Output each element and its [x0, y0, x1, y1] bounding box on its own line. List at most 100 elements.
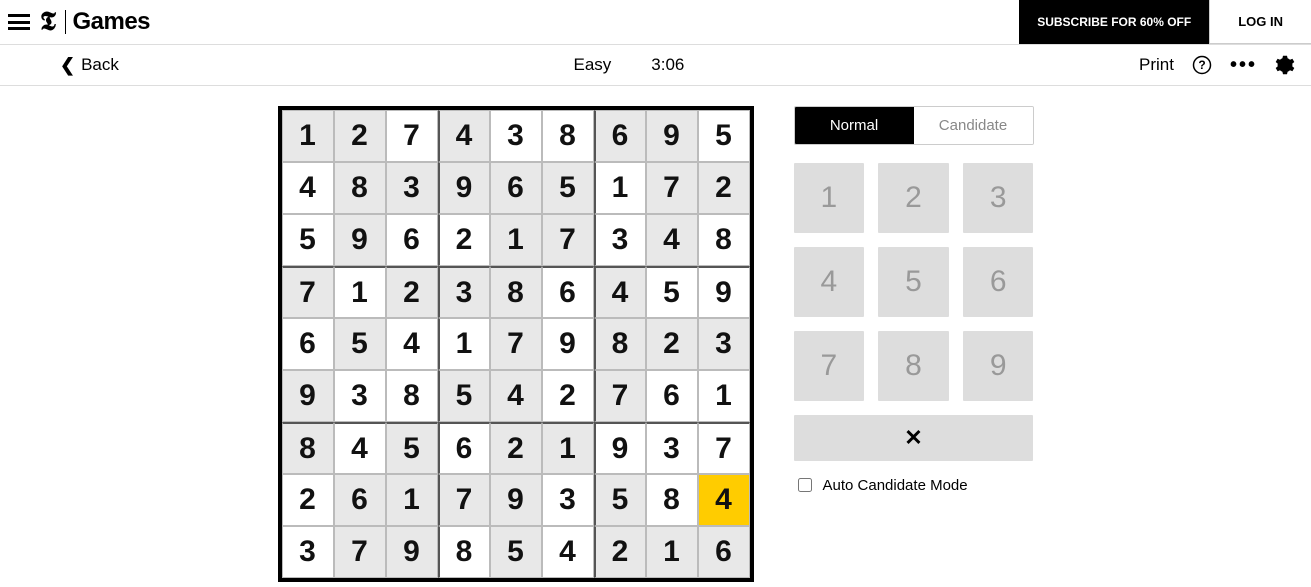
mode-candidate-button[interactable]: Candidate [914, 107, 1033, 144]
help-icon[interactable]: ? [1192, 55, 1212, 75]
sudoku-cell[interactable]: 8 [438, 526, 490, 578]
sudoku-cell[interactable]: 8 [386, 370, 438, 422]
sudoku-cell[interactable]: 9 [594, 422, 646, 474]
sudoku-cell[interactable]: 9 [698, 266, 750, 318]
print-button[interactable]: Print [1139, 55, 1174, 75]
sudoku-cell[interactable]: 5 [698, 110, 750, 162]
keypad-3[interactable]: 3 [963, 163, 1034, 233]
sudoku-cell[interactable]: 2 [438, 214, 490, 266]
sudoku-cell[interactable]: 4 [542, 526, 594, 578]
subscribe-button[interactable]: SUBSCRIBE FOR 60% OFF [1019, 0, 1209, 44]
keypad-5[interactable]: 5 [878, 247, 949, 317]
sudoku-cell[interactable]: 6 [698, 526, 750, 578]
sudoku-cell[interactable]: 5 [490, 526, 542, 578]
sudoku-cell[interactable]: 6 [490, 162, 542, 214]
keypad-9[interactable]: 9 [963, 331, 1034, 401]
keypad-6[interactable]: 6 [963, 247, 1034, 317]
sudoku-cell[interactable]: 8 [490, 266, 542, 318]
sudoku-cell[interactable]: 7 [698, 422, 750, 474]
sudoku-cell[interactable]: 6 [542, 266, 594, 318]
sudoku-cell[interactable]: 7 [646, 162, 698, 214]
sudoku-cell[interactable]: 7 [334, 526, 386, 578]
sudoku-cell[interactable]: 6 [334, 474, 386, 526]
sudoku-cell[interactable]: 7 [542, 214, 594, 266]
sudoku-cell[interactable]: 7 [386, 110, 438, 162]
sudoku-cell[interactable]: 6 [594, 110, 646, 162]
sudoku-cell[interactable]: 2 [282, 474, 334, 526]
sudoku-cell[interactable]: 9 [438, 162, 490, 214]
sudoku-cell[interactable]: 3 [542, 474, 594, 526]
sudoku-cell[interactable]: 9 [282, 370, 334, 422]
back-button[interactable]: ❮ Back [60, 55, 119, 76]
sudoku-cell[interactable]: 4 [698, 474, 750, 526]
sudoku-cell[interactable]: 5 [594, 474, 646, 526]
sudoku-cell[interactable]: 6 [646, 370, 698, 422]
login-button[interactable]: LOG IN [1209, 0, 1311, 44]
sudoku-cell[interactable]: 3 [594, 214, 646, 266]
sudoku-cell[interactable]: 4 [490, 370, 542, 422]
sudoku-cell[interactable]: 3 [490, 110, 542, 162]
sudoku-cell[interactable]: 8 [282, 422, 334, 474]
sudoku-cell[interactable]: 1 [282, 110, 334, 162]
mode-normal-button[interactable]: Normal [795, 107, 914, 144]
sudoku-cell[interactable]: 6 [282, 318, 334, 370]
site-logo[interactable]: 𝕿 Games [40, 7, 150, 38]
sudoku-cell[interactable]: 4 [438, 110, 490, 162]
sudoku-cell[interactable]: 8 [594, 318, 646, 370]
sudoku-cell[interactable]: 8 [646, 474, 698, 526]
keypad-8[interactable]: 8 [878, 331, 949, 401]
keypad-2[interactable]: 2 [878, 163, 949, 233]
sudoku-cell[interactable]: 2 [542, 370, 594, 422]
sudoku-cell[interactable]: 6 [386, 214, 438, 266]
sudoku-cell[interactable]: 3 [386, 162, 438, 214]
sudoku-cell[interactable]: 3 [698, 318, 750, 370]
keypad-1[interactable]: 1 [794, 163, 865, 233]
sudoku-cell[interactable]: 3 [646, 422, 698, 474]
sudoku-cell[interactable]: 7 [594, 370, 646, 422]
sudoku-cell[interactable]: 5 [542, 162, 594, 214]
sudoku-cell[interactable]: 1 [698, 370, 750, 422]
sudoku-cell[interactable]: 1 [438, 318, 490, 370]
sudoku-cell[interactable]: 4 [334, 422, 386, 474]
menu-button[interactable] [8, 14, 30, 30]
sudoku-cell[interactable]: 4 [646, 214, 698, 266]
sudoku-cell[interactable]: 9 [490, 474, 542, 526]
auto-candidate-checkbox[interactable] [798, 478, 812, 492]
sudoku-cell[interactable]: 3 [334, 370, 386, 422]
sudoku-cell[interactable]: 8 [542, 110, 594, 162]
sudoku-cell[interactable]: 8 [698, 214, 750, 266]
sudoku-cell[interactable]: 7 [490, 318, 542, 370]
more-icon[interactable]: ••• [1230, 54, 1257, 77]
keypad-clear[interactable]: ✕ [794, 415, 1034, 461]
sudoku-cell[interactable]: 2 [594, 526, 646, 578]
sudoku-cell[interactable]: 1 [490, 214, 542, 266]
sudoku-cell[interactable]: 7 [438, 474, 490, 526]
settings-icon[interactable] [1275, 55, 1295, 75]
sudoku-cell[interactable]: 9 [386, 526, 438, 578]
sudoku-cell[interactable]: 4 [386, 318, 438, 370]
sudoku-cell[interactable]: 1 [386, 474, 438, 526]
sudoku-cell[interactable]: 9 [542, 318, 594, 370]
sudoku-cell[interactable]: 1 [594, 162, 646, 214]
sudoku-cell[interactable]: 8 [334, 162, 386, 214]
sudoku-cell[interactable]: 7 [282, 266, 334, 318]
sudoku-cell[interactable]: 5 [386, 422, 438, 474]
sudoku-cell[interactable]: 1 [542, 422, 594, 474]
sudoku-cell[interactable]: 2 [386, 266, 438, 318]
sudoku-cell[interactable]: 9 [646, 110, 698, 162]
sudoku-cell[interactable]: 3 [282, 526, 334, 578]
sudoku-cell[interactable]: 1 [334, 266, 386, 318]
keypad-4[interactable]: 4 [794, 247, 865, 317]
sudoku-cell[interactable]: 2 [646, 318, 698, 370]
sudoku-cell[interactable]: 9 [334, 214, 386, 266]
sudoku-cell[interactable]: 2 [698, 162, 750, 214]
sudoku-cell[interactable]: 3 [438, 266, 490, 318]
sudoku-cell[interactable]: 4 [282, 162, 334, 214]
sudoku-cell[interactable]: 5 [334, 318, 386, 370]
sudoku-cell[interactable]: 4 [594, 266, 646, 318]
keypad-7[interactable]: 7 [794, 331, 865, 401]
sudoku-cell[interactable]: 6 [438, 422, 490, 474]
sudoku-cell[interactable]: 5 [282, 214, 334, 266]
sudoku-cell[interactable]: 5 [646, 266, 698, 318]
sudoku-cell[interactable]: 2 [334, 110, 386, 162]
